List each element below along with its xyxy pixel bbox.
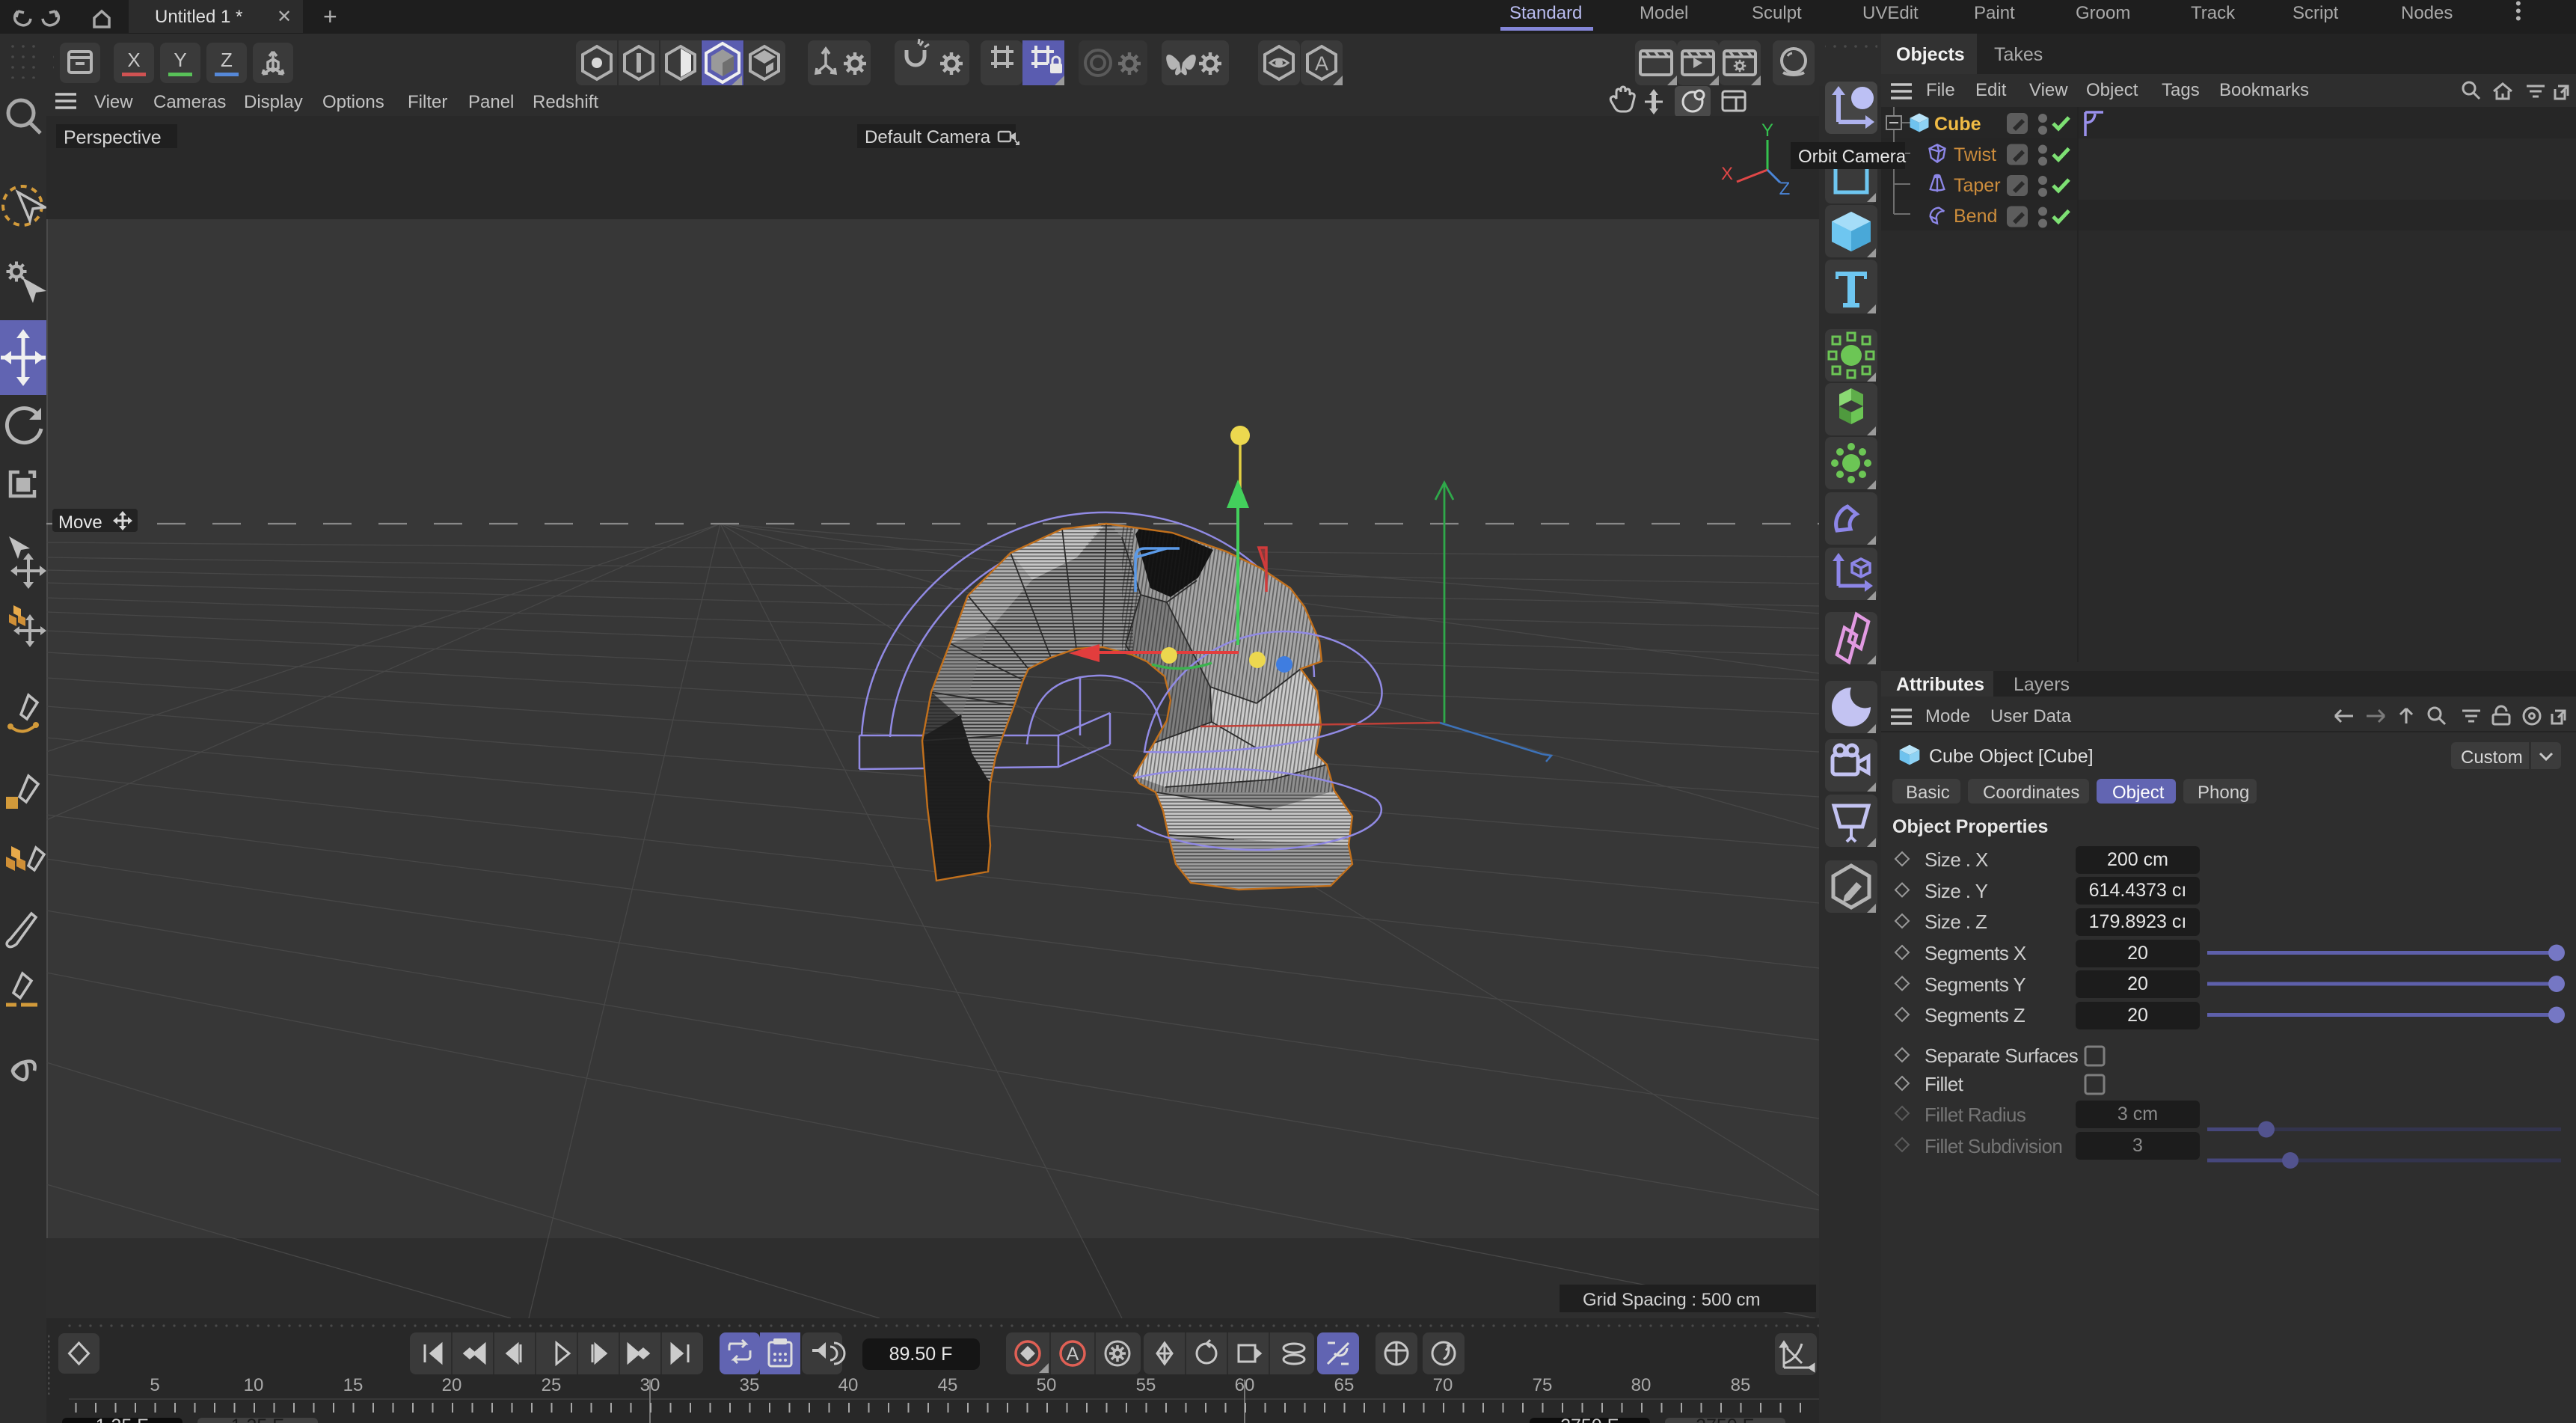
svg-text:Y: Y [174, 49, 186, 71]
svg-text:Z: Z [1779, 179, 1791, 199]
svg-text:5: 5 [150, 1375, 159, 1395]
svg-text:2750 F: 2750 F [1560, 1416, 1619, 1423]
svg-text:1.25 F: 1.25 F [231, 1416, 284, 1423]
svg-text:20: 20 [442, 1375, 462, 1395]
svg-text:35: 35 [740, 1375, 760, 1395]
svg-text:50: 50 [1037, 1375, 1057, 1395]
svg-text:10: 10 [244, 1375, 264, 1395]
svg-text:X: X [127, 49, 140, 71]
svg-text:55: 55 [1136, 1375, 1156, 1395]
svg-text:Y: Y [1761, 120, 1773, 141]
svg-text:X: X [1721, 164, 1733, 184]
svg-text:75: 75 [1533, 1375, 1553, 1395]
svg-text:89.50 F: 89.50 F [889, 1344, 953, 1365]
svg-text:40: 40 [838, 1375, 859, 1395]
svg-text:A: A [1315, 52, 1328, 75]
svg-text:25: 25 [542, 1375, 562, 1395]
svg-text:65: 65 [1334, 1375, 1355, 1395]
svg-text:15: 15 [343, 1375, 364, 1395]
svg-text:80: 80 [1631, 1375, 1652, 1395]
svg-text:2750 F: 2750 F [1696, 1416, 1754, 1423]
svg-text:Z: Z [221, 49, 233, 71]
svg-text:70: 70 [1433, 1375, 1453, 1395]
svg-text:1.25 F: 1.25 F [96, 1416, 149, 1423]
svg-text:85: 85 [1731, 1375, 1751, 1395]
svg-text:A: A [1067, 1344, 1079, 1365]
svg-text:45: 45 [938, 1375, 958, 1395]
